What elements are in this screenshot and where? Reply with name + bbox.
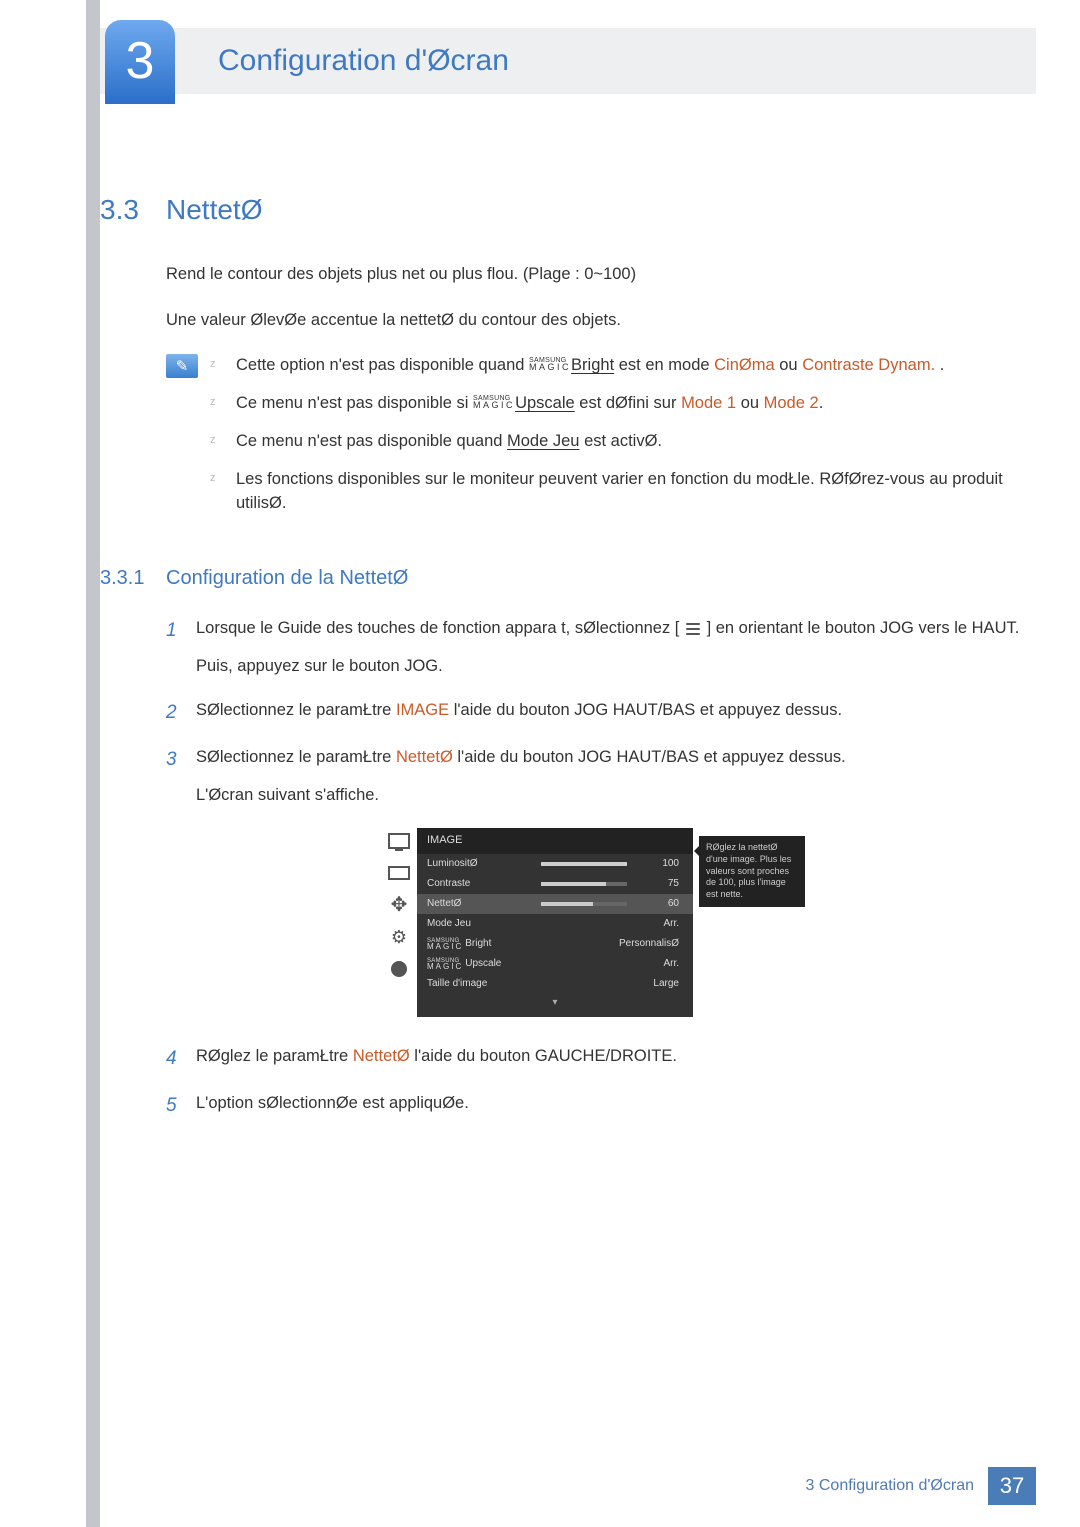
left-margin-bar [86, 0, 100, 1527]
samsung-magic-label: SAMSUNGMAGIC [529, 357, 571, 372]
osd-value: Arr. [549, 917, 679, 932]
step-text: SØlectionnez le paramŁtre NettetØ l'aide… [196, 746, 1020, 770]
step-highlight: IMAGE [396, 701, 449, 719]
chevron-down-icon: ▾ [417, 994, 693, 1013]
osd-row: SAMSUNGMAGICBrightPersonnalisØ [417, 934, 693, 954]
note-item: z Les fonctions disponibles sur le monit… [210, 468, 1020, 516]
note-term: Upscale [515, 394, 575, 412]
note-icon: ✎ [166, 354, 198, 378]
osd-slider [541, 902, 627, 906]
monitor-icon [388, 832, 410, 850]
move-icon [388, 896, 410, 914]
step-number: 2 [166, 699, 196, 727]
osd-value: 75 [635, 877, 679, 892]
osd-value: Large [549, 977, 679, 992]
footer-page-number: 37 [988, 1467, 1036, 1505]
step-text: Puis, appuyez sur le bouton JOG. [196, 655, 1020, 679]
step-number: 4 [166, 1045, 196, 1073]
step-item: 1 Lorsque le Guide des touches de foncti… [166, 617, 1020, 679]
step-highlight: NettetØ [353, 1047, 410, 1065]
osd-row-label: Contraste [427, 877, 541, 892]
step-text: Lorsque le Guide des touches de fonction… [196, 617, 1020, 641]
osd-side-icons [381, 828, 417, 982]
osd-row: SAMSUNGMAGICUpscaleArr. [417, 954, 693, 974]
note-item: z Cette option n'est pas disponible quan… [210, 354, 1020, 378]
section-title: NettetØ [166, 190, 262, 231]
note-block: ✎ z Cette option n'est pas disponible qu… [166, 354, 1020, 530]
step-text: RØglez le paramŁtre NettetØ l'aide du bo… [196, 1045, 1020, 1069]
osd-slider [541, 882, 627, 886]
bullet-icon: z [210, 430, 236, 454]
note-highlight: Contraste Dynam. [802, 356, 935, 374]
menu-icon [684, 622, 702, 636]
page-footer: 3 Configuration d'Øcran 37 [806, 1467, 1036, 1505]
osd-figure: IMAGE LuminositØ 100 Contraste 75 NettetØ 60 M… [166, 828, 1020, 1016]
note-term: Mode Jeu [507, 432, 579, 450]
step-number: 5 [166, 1092, 196, 1120]
step-text: L'Øcran suivant s'affiche. [196, 784, 1020, 808]
note-text: Les fonctions disponibles sur le moniteu… [236, 468, 1020, 516]
step-item: 5 L'option sØlectionnØe est appliquØe. [166, 1092, 1020, 1120]
gear-icon [388, 928, 410, 946]
step-text: SØlectionnez le paramŁtre IMAGE l'aide d… [196, 699, 1020, 723]
subsection-number: 3.3.1 [100, 564, 166, 593]
osd-row-label: Mode Jeu [427, 917, 549, 932]
note-highlight: Mode 2 [764, 394, 819, 412]
osd-row: LuminositØ 100 [417, 854, 693, 874]
note-term: Bright [571, 356, 614, 374]
osd-row-label: Taille d'image [427, 977, 549, 992]
note-item: z Ce menu n'est pas disponible quand Mod… [210, 430, 1020, 454]
step-item: 4 RØglez le paramŁtre NettetØ l'aide du … [166, 1045, 1020, 1073]
intro-paragraph: Une valeur ØlevØe accentue la nettetØ du… [166, 309, 1020, 333]
chapter-header: Configuration d'Øcran [100, 28, 1036, 94]
osd-row: NettetØ 60 [417, 894, 693, 914]
osd-value: PersonnalisØ [549, 937, 679, 952]
osd-row-label: SAMSUNGMAGICUpscale [427, 957, 549, 972]
note-highlight: CinØma [714, 356, 775, 374]
step-number: 1 [166, 617, 196, 679]
step-item: 2 SØlectionnez le paramŁtre IMAGE l'aide… [166, 699, 1020, 727]
intro-paragraph: Rend le contour des objets plus net ou p… [166, 263, 1020, 287]
rectangle-icon [388, 864, 410, 882]
note-text: Ce menu n'est pas disponible quand [236, 432, 507, 450]
note-text: Ce menu n'est pas disponible si [236, 394, 473, 412]
osd-value: Arr. [549, 957, 679, 972]
step-number: 3 [166, 746, 196, 808]
osd-row: Taille d'imageLarge [417, 974, 693, 994]
bullet-icon: z [210, 392, 236, 416]
osd-tooltip: RØglez la nettetØ d'une image. Plus les … [699, 836, 805, 906]
note-text: Cette option n'est pas disponible quand [236, 356, 529, 374]
osd-row-label: LuminositØ [427, 857, 541, 872]
osd-row-label: NettetØ [427, 897, 541, 912]
bullet-icon: z [210, 468, 236, 516]
step-highlight: NettetØ [396, 748, 453, 766]
step-item: 3 SØlectionnez le paramŁtre NettetØ l'ai… [166, 746, 1020, 808]
samsung-magic-label: SAMSUNGMAGIC [473, 395, 515, 410]
footer-chapter: 3 Configuration d'Øcran [806, 1474, 988, 1497]
osd-value: 100 [635, 857, 679, 872]
note-item: z Ce menu n'est pas disponible si SAMSUN… [210, 392, 1020, 416]
subsection-title: Configuration de la NettetØ [166, 564, 408, 593]
step-text: L'option sØlectionnØe est appliquØe. [196, 1092, 1020, 1116]
chapter-title: Configuration d'Øcran [218, 39, 509, 83]
chapter-number-badge: 3 [105, 20, 175, 104]
osd-slider [541, 862, 627, 866]
osd-row-label: SAMSUNGMAGICBright [427, 937, 549, 952]
section-number: 3.3 [100, 190, 166, 231]
osd-title: IMAGE [417, 828, 693, 854]
note-highlight: Mode 1 [681, 394, 736, 412]
osd-value: 60 [635, 897, 679, 912]
bullet-icon: z [210, 354, 236, 378]
osd-panel: IMAGE LuminositØ 100 Contraste 75 NettetØ 60 M… [417, 828, 693, 1016]
osd-row: Mode JeuArr. [417, 914, 693, 934]
osd-row: Contraste 75 [417, 874, 693, 894]
circle-icon [388, 960, 410, 978]
